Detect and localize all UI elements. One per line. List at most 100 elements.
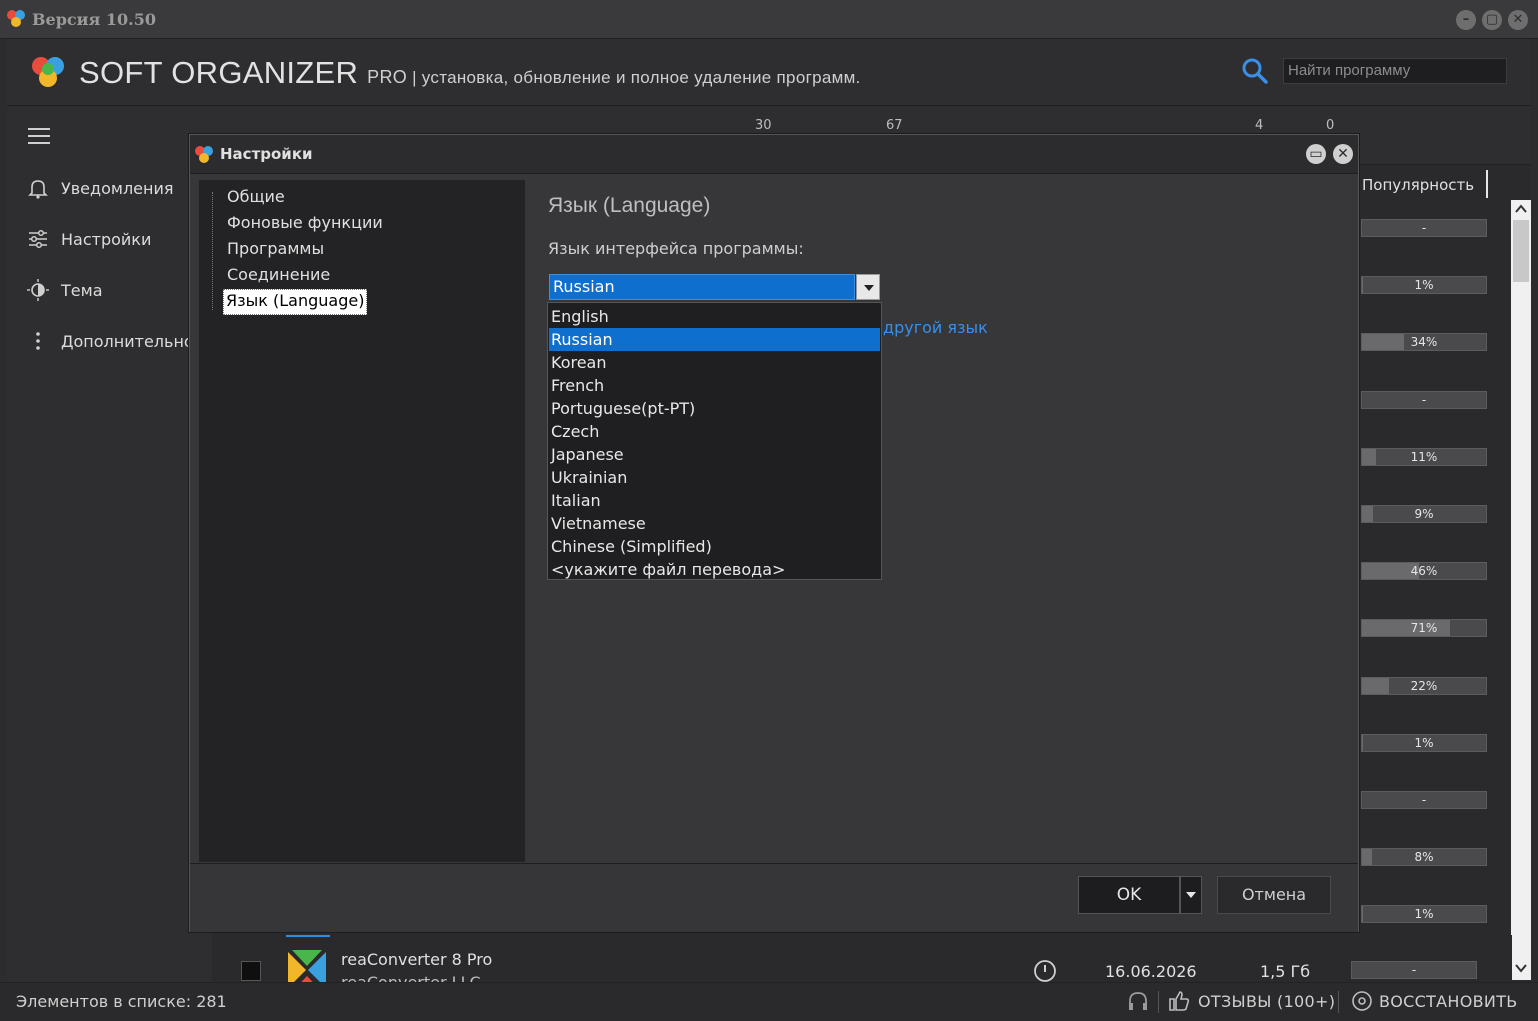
bell-icon <box>27 177 49 199</box>
section-heading: Язык (Language) <box>548 194 711 217</box>
tree-item-connection[interactable]: Соединение <box>225 264 332 288</box>
toolbar-count: 0 <box>1326 118 1335 133</box>
popularity-bar: 1% <box>1361 276 1487 294</box>
language-option[interactable]: Chinese (Simplified) <box>549 535 880 558</box>
popularity-bar: 11% <box>1361 448 1487 466</box>
brand-name: SOFT ORGANIZER <box>79 55 359 90</box>
app-logo-icon <box>7 10 25 27</box>
cancel-button[interactable]: Отмена <box>1217 876 1331 914</box>
history-icon[interactable] <box>1033 959 1057 983</box>
column-divider[interactable] <box>1486 170 1488 198</box>
popularity-bar: 1% <box>1361 905 1487 923</box>
popularity-label: - <box>1411 963 1417 977</box>
popularity-bar: 71% <box>1361 619 1487 637</box>
popularity-label: 1% <box>1414 736 1434 750</box>
language-option[interactable]: Portuguese(pt-PT) <box>549 397 880 420</box>
language-option[interactable]: Vietnamese <box>549 512 880 535</box>
sliders-icon <box>27 228 49 250</box>
sidebar-item-notifications[interactable]: Уведомления <box>27 173 174 203</box>
language-label: Язык интерфейса программы: <box>548 239 804 258</box>
column-header-popularity[interactable]: Популярность <box>1362 176 1474 194</box>
popularity-label: 9% <box>1414 507 1434 521</box>
ok-dropdown-button[interactable] <box>1180 876 1202 914</box>
more-vertical-icon <box>27 330 49 352</box>
language-option[interactable]: Czech <box>549 420 880 443</box>
language-option[interactable]: English <box>549 305 880 328</box>
menu-icon[interactable] <box>27 126 51 146</box>
table-row[interactable]: reaConverter 8 Pro reaConverter LLC 16.0… <box>212 935 1512 992</box>
tree-item-programs[interactable]: Программы <box>225 238 326 262</box>
language-option[interactable]: <укажите файл перевода> <box>549 558 880 581</box>
app-header: SOFT ORGANIZER PRO | установка, обновлен… <box>7 39 1531 106</box>
popularity-bar: 1% <box>1361 734 1487 752</box>
dialog-close-button[interactable]: ✕ <box>1333 144 1353 164</box>
language-select[interactable]: Russian <box>549 274 1069 300</box>
close-window-button[interactable]: ✕ <box>1508 10 1528 30</box>
toolbar-count: 67 <box>886 118 903 133</box>
tree-item-language[interactable]: Язык (Language) <box>223 289 368 315</box>
sidebar-item-settings[interactable]: Настройки <box>27 224 151 254</box>
brand-title: SOFT ORGANIZER PRO | установка, обновлен… <box>79 55 861 91</box>
popularity-label: 46% <box>1410 564 1438 578</box>
toolbar-count: 4 <box>1255 118 1264 133</box>
search-icon[interactable] <box>1241 57 1269 85</box>
status-divider <box>1158 991 1159 1013</box>
scroll-up-icon[interactable] <box>1515 204 1527 214</box>
search-input[interactable]: Найти программу <box>1283 58 1507 84</box>
reviews-link[interactable]: ОТЗЫВЫ (100+) <box>1198 992 1335 1011</box>
popularity-bar: - <box>1361 791 1487 809</box>
dialog-title: Настройки <box>220 145 313 163</box>
scrollbar-thumb[interactable] <box>1513 220 1529 282</box>
dialog-maximize-button[interactable]: ▭ <box>1306 144 1326 164</box>
program-publisher: reaConverter LLC <box>341 973 481 982</box>
popularity-label: 11% <box>1410 450 1438 464</box>
theme-icon <box>27 279 49 301</box>
tree-item-background[interactable]: Фоновые функции <box>225 212 385 236</box>
language-select-value[interactable]: Russian <box>549 274 855 300</box>
support-headset-icon[interactable] <box>1126 990 1150 1014</box>
sidebar-item-theme[interactable]: Тема <box>27 275 103 305</box>
thumbs-up-icon[interactable] <box>1167 989 1191 1013</box>
row-checkbox[interactable] <box>241 961 261 981</box>
program-size: 1,5 Гб <box>1260 962 1311 981</box>
language-option[interactable]: Italian <box>549 489 880 512</box>
popularity-bar: - <box>1361 391 1487 409</box>
popularity-bar: 9% <box>1361 505 1487 523</box>
popularity-label: 22% <box>1410 679 1438 693</box>
popularity-label: 71% <box>1410 621 1438 635</box>
popularity-label: 8% <box>1414 850 1434 864</box>
scroll-down-icon[interactable] <box>1515 963 1527 973</box>
window-titlebar: Версия 10.50 – ▢ ✕ <box>0 0 1538 39</box>
language-dropdown-list: English Russian Korean French Portuguese(pt-… <box>547 302 882 580</box>
brand-tagline: | установка, обновление и полное удалени… <box>407 68 861 87</box>
settings-tree: Общие Фоновые функции Программы Соединен… <box>199 180 526 862</box>
minimize-button[interactable]: – <box>1456 10 1476 30</box>
language-option[interactable]: Korean <box>549 351 880 374</box>
list-scrollbar[interactable] <box>1511 200 1531 980</box>
popularity-label: 1% <box>1414 278 1434 292</box>
status-bar: Элементов в списке: 281 ОТЗЫВЫ (100+) ВО… <box>0 982 1538 1021</box>
language-option[interactable]: Russian <box>549 328 880 351</box>
sidebar: Уведомления Настройки Тема Дополнительно <box>7 106 212 982</box>
ok-button[interactable]: OK <box>1078 876 1180 914</box>
brand-pro: PRO <box>367 67 408 87</box>
program-date: 16.06.2026 <box>1105 962 1197 981</box>
restore-icon[interactable] <box>1350 989 1374 1013</box>
tree-item-general[interactable]: Общие <box>225 186 287 210</box>
popularity-label: 1% <box>1414 907 1434 921</box>
maximize-button[interactable]: ▢ <box>1482 10 1502 30</box>
language-option[interactable]: Japanese <box>549 443 880 466</box>
restore-link[interactable]: ВОССТАНОВИТЬ <box>1379 992 1518 1011</box>
popularity-bar: 8% <box>1361 848 1487 866</box>
language-option[interactable]: Ukrainian <box>549 466 880 489</box>
dialog-titlebar: Настройки ▭ ✕ <box>190 135 1358 174</box>
popularity-bar: 34% <box>1361 333 1487 351</box>
sidebar-item-more[interactable]: Дополнительно <box>27 326 194 356</box>
popularity-bar: 22% <box>1361 677 1487 695</box>
popularity-label: 34% <box>1410 335 1438 349</box>
chevron-down-icon[interactable] <box>856 274 880 300</box>
dialog-logo-icon <box>195 146 213 163</box>
language-option[interactable]: French <box>549 374 880 397</box>
popularity-bar: - <box>1351 961 1477 979</box>
other-language-link[interactable]: другой язык <box>883 318 988 337</box>
